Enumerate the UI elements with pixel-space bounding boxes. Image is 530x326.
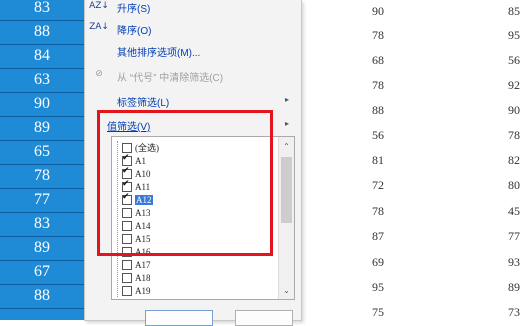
cell-value[interactable]: 93 <box>508 255 520 270</box>
cell-value[interactable]: 67 <box>0 260 84 285</box>
scroll-thumb[interactable] <box>281 157 292 223</box>
submenu-arrow-icon: ▸ <box>285 119 290 128</box>
sort-descending-icon: ZA ↓ <box>89 22 109 32</box>
cell-value[interactable]: 45 <box>508 204 520 219</box>
cell-value[interactable]: 95 <box>508 28 520 43</box>
cell-value[interactable]: 90 <box>372 4 384 19</box>
cell-value[interactable]: 89 <box>0 236 84 261</box>
list-item-a19[interactable]: A19 <box>122 284 151 297</box>
cell-value[interactable]: 69 <box>372 255 384 270</box>
cell-value[interactable]: 88 <box>372 103 384 118</box>
cell-value[interactable]: 63 <box>0 68 84 93</box>
cell-value[interactable]: 92 <box>508 78 520 93</box>
cell-value[interactable]: 56 <box>372 128 384 143</box>
cell-value[interactable]: 78 <box>372 78 384 93</box>
cell-value[interactable]: 83 <box>0 212 84 237</box>
cell-value[interactable]: 68 <box>372 53 384 68</box>
cell-value[interactable]: 81 <box>372 153 384 168</box>
list-item-a17[interactable]: A17 <box>122 258 151 271</box>
cell-value[interactable]: 82 <box>508 153 520 168</box>
label-filter-item[interactable]: 标签筛选(L) <box>117 94 169 109</box>
cell-value[interactable]: 72 <box>372 178 384 193</box>
cell-value[interactable]: 95 <box>372 280 384 295</box>
scroll-down-icon[interactable]: ⌄ <box>279 283 294 297</box>
checkbox-unchecked[interactable] <box>122 259 132 270</box>
cell-value[interactable]: 78 <box>372 28 384 43</box>
cell-value[interactable]: 77 <box>508 229 520 244</box>
cell-value[interactable]: 85 <box>508 4 520 19</box>
cell-value[interactable]: 78 <box>508 128 520 143</box>
cell-value[interactable]: 88 <box>0 20 84 45</box>
list-scrollbar[interactable]: ⌃ ⌄ <box>278 137 294 299</box>
sort-ascending-icon: AZ ↓ <box>89 1 109 11</box>
cell-value[interactable]: 75 <box>372 305 384 320</box>
cell-value[interactable]: 88 <box>0 284 84 309</box>
list-item-a18[interactable]: A18 <box>122 271 151 284</box>
cell-value[interactable]: 84 <box>0 44 84 69</box>
sort-descending-item[interactable]: 降序(O) <box>117 22 151 37</box>
submenu-arrow-icon: ▸ <box>285 95 290 104</box>
cell-value[interactable]: 89 <box>0 116 84 141</box>
cell-value[interactable]: 87 <box>372 229 384 244</box>
cell-value[interactable]: 65 <box>0 140 84 165</box>
cell-value[interactable]: 89 <box>508 280 520 295</box>
cell-value[interactable]: 90 <box>0 92 84 117</box>
cell-value[interactable]: 90 <box>508 103 520 118</box>
cell-value[interactable]: 78 <box>372 204 384 219</box>
cell-value[interactable]: 73 <box>508 305 520 320</box>
clear-filter-item: 从 “代号” 中清除筛选(C) <box>117 73 224 84</box>
checkbox-unchecked[interactable] <box>122 285 132 296</box>
checkbox-unchecked[interactable] <box>122 272 132 283</box>
left-value-column: 83 88 84 63 90 89 65 78 77 83 89 67 88 <box>0 0 84 320</box>
cell-value[interactable]: 83 <box>0 0 84 21</box>
ok-button[interactable] <box>145 310 213 326</box>
more-sort-options-item[interactable]: 其他排序选项(M)... <box>117 44 200 59</box>
cell-value[interactable]: 56 <box>508 53 520 68</box>
scroll-up-icon[interactable]: ⌃ <box>279 139 294 153</box>
cell-value[interactable]: 78 <box>0 164 84 189</box>
right-sheet-area: 90 85 78 95 68 56 78 92 88 90 56 78 81 8… <box>320 0 530 320</box>
sort-ascending-item[interactable]: 升序(S) <box>117 0 150 15</box>
cell-value[interactable]: 77 <box>0 188 84 213</box>
highlight-box <box>97 110 273 256</box>
cancel-button[interactable] <box>235 310 293 326</box>
cell-value[interactable]: 80 <box>508 178 520 193</box>
clear-filter-icon: ⊘ <box>95 69 103 79</box>
